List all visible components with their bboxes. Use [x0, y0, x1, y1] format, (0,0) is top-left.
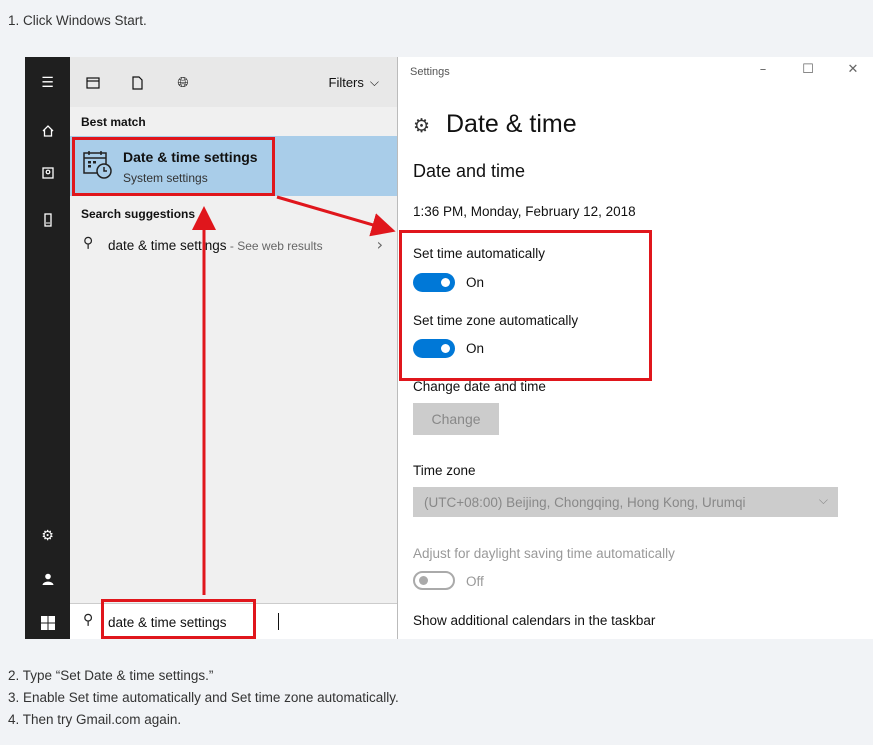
settings-window: Settings – ☐ ✕ ⚙ Date & time Date and ti…	[397, 57, 873, 639]
step-1-text: 1. Click Windows Start.	[8, 13, 147, 28]
web-filter-icon[interactable]: 🌐︎	[172, 72, 194, 94]
search-box[interactable]: ⚲ date & time settings	[70, 603, 397, 639]
change-date-time-label: Change date and time	[413, 379, 546, 394]
set-time-auto-label: Set time automatically	[413, 246, 546, 261]
hamburger-icon[interactable]: ☰	[25, 71, 70, 95]
suggestion-hint: - See web results	[226, 239, 323, 253]
set-timezone-auto-state: On	[466, 341, 485, 356]
dst-label: Adjust for daylight saving time automati…	[413, 546, 675, 561]
screenshot: ☰ ⚙ 🌐︎ Filters ⌵ Best match Date & time …	[25, 57, 873, 639]
apps-filter-icon[interactable]	[82, 72, 104, 94]
start-rail: ☰ ⚙	[25, 57, 70, 639]
windows-logo-icon[interactable]	[25, 611, 70, 635]
camera-icon[interactable]	[25, 161, 70, 185]
chevron-down-icon: ⌵	[369, 75, 379, 89]
set-time-auto-toggle[interactable]	[413, 273, 455, 292]
page-title: Date & time	[446, 110, 577, 138]
step-3-text: 3. Enable Set time automatically and Set…	[8, 690, 399, 705]
search-box-icon: ⚲	[83, 612, 94, 628]
window-title: Settings	[410, 66, 450, 78]
set-timezone-auto-label: Set time zone automatically	[413, 313, 579, 328]
suggestion-text: date & time settings	[108, 238, 227, 253]
step-2-text: 2. Type “Set Date & time settings.”	[8, 668, 214, 683]
time-zone-select[interactable]: (UTC+08:00) Beijing, Chongqing, Hong Kon…	[413, 487, 838, 517]
close-icon[interactable]: ✕	[838, 62, 868, 82]
calendar-clock-icon	[83, 150, 112, 179]
search-input[interactable]: date & time settings	[108, 615, 227, 630]
time-zone-value: (UTC+08:00) Beijing, Chongqing, Hong Kon…	[424, 494, 746, 510]
text-cursor	[278, 613, 279, 630]
dst-toggle[interactable]	[413, 571, 455, 590]
gear-icon[interactable]: ⚙	[25, 524, 70, 548]
search-toolbar: 🌐︎ Filters ⌵	[70, 57, 397, 107]
person-icon[interactable]	[25, 567, 70, 591]
change-button[interactable]: Change	[413, 403, 499, 435]
section-title: Date and time	[413, 161, 526, 181]
time-zone-label: Time zone	[413, 463, 476, 478]
current-datetime: 1:36 PM, Monday, February 12, 2018	[413, 204, 636, 219]
documents-filter-icon[interactable]	[126, 72, 148, 94]
step-4-text: 4. Then try Gmail.com again.	[8, 712, 182, 727]
chevron-right-icon[interactable]: ›	[377, 235, 383, 254]
search-suggestions-heading: Search suggestions	[81, 207, 196, 221]
search-icon: ⚲	[83, 235, 94, 251]
best-match-title: Date & time settings	[123, 149, 258, 165]
maximize-icon[interactable]: ☐	[793, 62, 823, 82]
best-match-subtitle: System settings	[123, 171, 208, 185]
set-timezone-auto-toggle[interactable]	[413, 339, 455, 358]
chevron-down-icon: ⌵	[818, 493, 828, 507]
filters-label: Filters	[328, 75, 364, 90]
minimize-icon[interactable]: –	[748, 62, 778, 82]
phone-icon[interactable]	[25, 208, 70, 232]
set-time-auto-state: On	[466, 275, 485, 290]
search-panel: 🌐︎ Filters ⌵ Best match Date & time sett…	[70, 57, 397, 639]
suggestion-item[interactable]: ⚲ date & time settings - See web results…	[70, 233, 397, 259]
settings-gear-icon: ⚙	[413, 115, 431, 137]
best-match-item[interactable]: Date & time settings System settings	[70, 136, 397, 196]
home-icon[interactable]	[25, 119, 70, 143]
filters-button[interactable]: Filters ⌵	[329, 75, 380, 90]
dst-state: Off	[466, 574, 484, 589]
best-match-heading: Best match	[81, 115, 146, 129]
additional-calendars-label: Show additional calendars in the taskbar	[413, 613, 656, 628]
